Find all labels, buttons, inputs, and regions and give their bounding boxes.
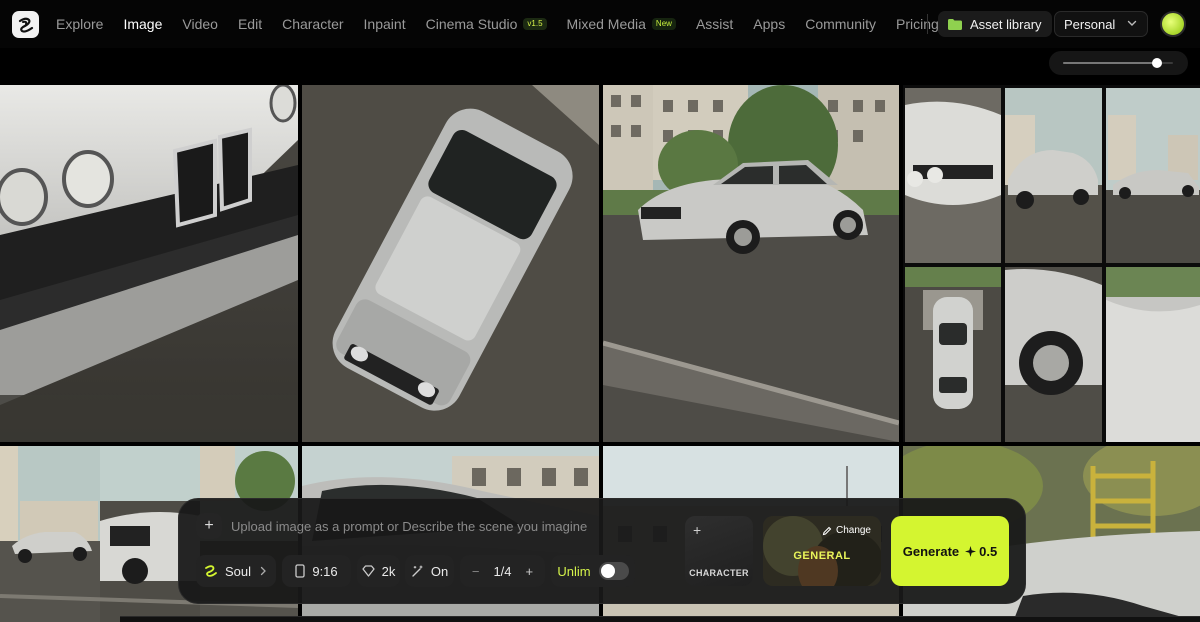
- gallery-image-1[interactable]: [0, 85, 298, 442]
- plus-icon: +: [204, 517, 214, 534]
- nav-inpaint-label: Inpaint: [363, 16, 406, 32]
- nav-community-label: Community: [805, 16, 876, 32]
- nav-character[interactable]: Character: [282, 16, 343, 32]
- nav-video-label: Video: [182, 16, 218, 32]
- nav-cinema-studio-label: Cinema Studio: [425, 16, 518, 32]
- nav-divider: [927, 14, 928, 34]
- prompt-input[interactable]: [231, 517, 671, 535]
- zoom-slider[interactable]: [1049, 51, 1188, 75]
- enhance-label: On: [430, 563, 449, 579]
- unlim-switch[interactable]: [598, 562, 629, 580]
- generate-cost-value: 0.5: [979, 543, 998, 559]
- style-change-label: Change: [835, 525, 871, 536]
- aspect-ratio-label: 9:16: [312, 563, 338, 579]
- nav-mixed-media[interactable]: Mixed Media New: [567, 16, 676, 32]
- nav-explore[interactable]: Explore: [56, 16, 103, 32]
- plus-icon: +: [693, 522, 702, 538]
- nav-image[interactable]: Image: [123, 16, 162, 32]
- style-name-label: GENERAL: [793, 550, 851, 562]
- diamond-icon: [361, 565, 375, 577]
- nav-image-label: Image: [123, 16, 163, 32]
- nav-assist-label: Assist: [695, 16, 734, 32]
- character-label: CHARACTER: [689, 568, 749, 578]
- style-change-button[interactable]: Change: [822, 525, 871, 536]
- unlim-toggle[interactable]: Unlim: [551, 555, 635, 587]
- nav-video[interactable]: Video: [182, 16, 218, 32]
- chevron-right-icon: [260, 566, 266, 576]
- quality-select[interactable]: 2k: [357, 555, 400, 587]
- nav-pricing-label: Pricing: [896, 16, 939, 32]
- new-badge: New: [651, 18, 676, 30]
- pencil-icon: [822, 526, 832, 535]
- quality-label: 2k: [381, 563, 396, 579]
- generate-button[interactable]: Generate 0.5: [891, 516, 1009, 586]
- enhance-toggle[interactable]: On: [405, 555, 454, 587]
- asset-library-button[interactable]: Asset library: [938, 11, 1052, 37]
- model-select[interactable]: Soul: [196, 555, 276, 587]
- user-avatar[interactable]: [1160, 11, 1186, 37]
- nav-assist[interactable]: Assist: [696, 16, 733, 32]
- image-count-stepper: − 1/4 +: [460, 555, 545, 587]
- minus-icon[interactable]: −: [472, 564, 480, 579]
- generate-cost: 0.5: [965, 544, 997, 559]
- image-count-label: 1/4: [493, 563, 512, 579]
- bottom-scrollbar[interactable]: [120, 616, 1200, 622]
- magic-wand-icon: [412, 564, 423, 577]
- style-card[interactable]: Change GENERAL: [763, 516, 881, 586]
- plus-icon[interactable]: +: [526, 564, 534, 579]
- nav-cinema-studio[interactable]: Cinema Studio v1.5: [426, 16, 547, 32]
- gallery-image-2[interactable]: [302, 85, 599, 442]
- top-navigation-bar: Explore Image Video Edit Character Inpai…: [0, 0, 1200, 48]
- workspace-label: Personal: [1064, 16, 1116, 32]
- nav-character-label: Character: [282, 16, 344, 32]
- nav-edit[interactable]: Edit: [238, 16, 262, 32]
- unlim-label: Unlim: [557, 563, 591, 579]
- zoom-slider-fill: [1063, 62, 1157, 64]
- phone-portrait-icon: [295, 564, 305, 578]
- upload-image-button[interactable]: +: [196, 513, 222, 539]
- main-nav: Explore Image Video Edit Character Inpai…: [56, 0, 959, 48]
- nav-inpaint[interactable]: Inpaint: [364, 16, 406, 32]
- workspace-select[interactable]: Personal: [1054, 11, 1148, 37]
- chevron-down-icon: [1127, 20, 1137, 26]
- generate-label: Generate: [902, 543, 960, 559]
- zoom-slider-knob[interactable]: [1151, 58, 1162, 68]
- sparkle-icon: [965, 545, 977, 557]
- gallery-image-4[interactable]: [903, 85, 1200, 442]
- version-badge: v1.5: [523, 18, 547, 30]
- nav-pricing[interactable]: Pricing: [896, 16, 939, 32]
- nav-apps[interactable]: Apps: [753, 16, 785, 32]
- nav-mixed-media-label: Mixed Media: [566, 16, 646, 32]
- model-label: Soul: [224, 563, 252, 579]
- soul-model-icon: [205, 565, 217, 577]
- nav-apps-label: Apps: [753, 16, 786, 32]
- app-logo-icon[interactable]: [12, 11, 39, 38]
- aspect-ratio-select[interactable]: 9:16: [282, 555, 351, 587]
- nav-explore-label: Explore: [56, 16, 104, 32]
- gallery-image-3[interactable]: [603, 85, 899, 442]
- asset-library-label: Asset library: [970, 16, 1042, 32]
- prompt-panel: + Soul 9:16 2k On − 1/4 + Unlim + CHARAC…: [178, 498, 1026, 604]
- character-card[interactable]: + CHARACTER: [685, 516, 753, 586]
- folder-icon: [948, 18, 962, 30]
- nav-edit-label: Edit: [237, 16, 263, 32]
- nav-community[interactable]: Community: [805, 16, 876, 32]
